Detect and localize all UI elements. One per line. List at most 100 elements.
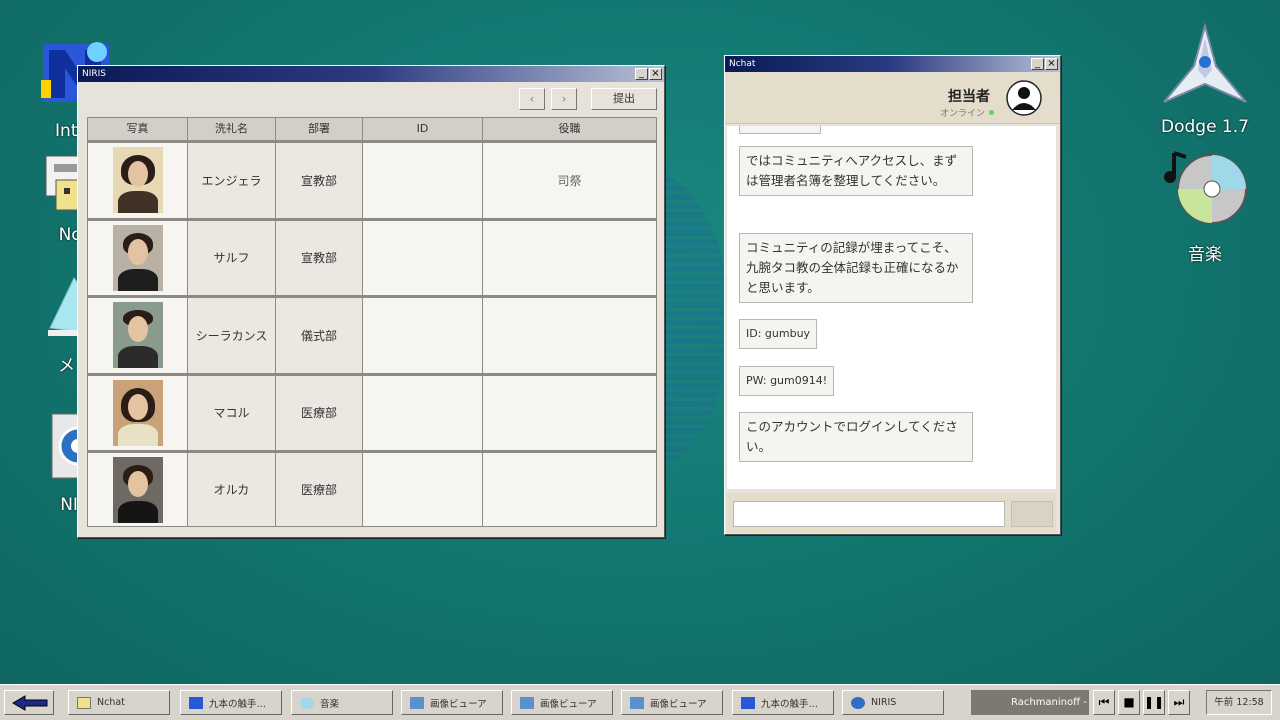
submit-button[interactable]: 提出 [591,88,657,110]
role-cell[interactable] [483,221,656,296]
taskbar-item-label: NIRIS [871,697,897,708]
image-viewer-icon [520,696,534,709]
dept-cell: 宣教部 [276,143,363,218]
next-track-button[interactable]: ⏭ [1168,690,1190,715]
close-button[interactable]: × [1045,58,1058,70]
taskbar-item-label: 画像ビューア [650,698,707,710]
table-row[interactable]: オルカ 医療部 [87,451,657,527]
dept-cell: 宣教部 [276,220,363,295]
name-cell: オルカ [188,453,276,526]
image-viewer-icon [410,696,424,709]
internet-icon [741,696,755,709]
window-title: NIRIS [82,69,107,79]
message-input[interactable] [733,501,1005,527]
window-title: Nchat [729,59,756,69]
member-photo [112,456,163,523]
niris-window: NIRIS _ × ‹ › 提出 写真 洗礼名 部署 ID 役職 エンジェラ 宣… [77,65,665,538]
send-button[interactable] [1011,501,1053,527]
nchat-icon [77,696,91,709]
start-arrow-icon [12,694,48,711]
id-cell[interactable] [363,220,483,295]
taskbar-item-image-viewer-2[interactable]: 画像ビューア [511,690,613,715]
id-cell[interactable] [363,298,483,373]
taskbar-item-label: 画像ビューア [430,698,487,710]
table-row[interactable]: マコル 医療部 [87,373,657,451]
stop-button[interactable]: ■ [1118,690,1140,715]
nchat-titlebar[interactable]: Nchat _ × [725,56,1060,72]
taskbar-item-label: 音楽 [320,698,340,710]
role-cell[interactable] [483,298,656,373]
column-header-role: 役職 [558,122,581,135]
taskbar-item-tentacles-1[interactable]: 九本の触手… [180,690,282,715]
prev-button[interactable]: ‹ [519,88,545,110]
desktop-icon-dodge[interactable]: Dodge 1.7 [1155,22,1255,137]
next-button[interactable]: › [551,88,577,110]
music-cd-icon [300,696,314,709]
id-cell[interactable] [363,375,483,450]
nchat-window: Nchat _ × 担当者 オンライン ではコミュニティへアクセスし、まずは管理… [724,55,1061,535]
message-bubble: コミュニティの記録が埋まってこそ、九腕タコ教の全体記録も正確になるかと思います。 [739,233,973,303]
taskbar-item-tentacles-2[interactable]: 九本の触手… [732,690,834,715]
avatar-icon [1006,80,1042,116]
taskbar-item-label: Nchat [97,697,125,708]
clock: 午前 12:58 [1206,690,1272,715]
id-cell[interactable] [363,143,483,218]
previous-track-button[interactable]: ⏮ [1093,690,1115,715]
member-photo [112,147,163,214]
name-cell: エンジェラ [188,143,276,218]
desktop-icon-music[interactable]: 音楽 [1155,145,1255,265]
niris-toolbar: ‹ › 提出 [78,82,664,116]
minimize-button[interactable]: _ [635,68,648,80]
message-bubble-pw: PW: gum0914! [739,366,835,396]
start-button[interactable] [4,690,54,715]
photo-cell [88,375,188,450]
name-cell: マコル [188,375,276,450]
niris-titlebar[interactable]: NIRIS _ × [78,66,664,82]
name-cell: サルフ [188,220,276,295]
photo-cell [88,143,188,218]
taskbar-item-label: 九本の触手… [761,698,819,710]
taskbar: Nchat 九本の触手… 音楽 画像ビューア 画像ビューア 画像ビューア 九本の… [0,684,1280,720]
table-row[interactable]: シーラカンス 儀式部 [87,296,657,374]
taskbar-item-image-viewer-1[interactable]: 画像ビューア [401,690,503,715]
taskbar-item-label: 九本の触手… [209,698,267,710]
message-bubble: このアカウントでログインしてください。 [739,412,973,462]
close-button[interactable]: × [649,68,662,80]
spaceship-icon [1163,22,1247,103]
message-bubble-partial [739,126,821,134]
dept-cell: 医療部 [276,453,363,526]
taskbar-item-image-viewer-3[interactable]: 画像ビューア [621,690,723,715]
id-cell[interactable] [363,453,483,526]
role-cell[interactable] [483,453,656,526]
photo-cell [88,453,188,526]
desktop-icon-label: Dodge 1.7 [1161,117,1249,137]
chat-footer [727,493,1056,533]
taskbar-item-music[interactable]: 音楽 [291,690,393,715]
niris-icon [851,696,865,709]
column-header-dept: 部署 [276,118,363,140]
table-row[interactable]: サルフ 宣教部 [87,218,657,296]
message-bubble-id: ID: gumbuy [739,319,818,349]
taskbar-item-nchat[interactable]: Nchat [68,690,170,715]
chat-log[interactable]: ではコミュニティへアクセスし、まずは管理者名簿を整理してください。 コミュニティ… [727,126,1056,489]
taskbar-item-label: 画像ビューア [540,698,597,710]
taskbar-item-niris[interactable]: NIRIS [842,690,944,715]
photo-cell [88,220,188,295]
message-bubble: ではコミュニティへアクセスし、まずは管理者名簿を整理してください。 [739,146,973,196]
minimize-button[interactable]: _ [1031,58,1044,70]
role-cell[interactable]: 司祭 [483,143,656,218]
dept-cell: 儀式部 [276,298,363,373]
member-photo [112,224,163,291]
table-row[interactable]: エンジェラ 宣教部 司祭 [87,141,657,219]
internet-icon [189,696,203,709]
now-playing: Rachmaninoff - [971,690,1089,715]
contact-name: 担当者 [948,89,990,105]
online-dot-icon [989,110,994,115]
member-photo [112,302,163,369]
image-viewer-icon [630,696,644,709]
name-cell: シーラカンス [188,298,276,373]
pause-button[interactable]: ❚❚ [1143,690,1165,715]
role-cell[interactable] [483,376,656,451]
column-header-photo: 写真 [88,118,188,140]
music-cd-icon [1164,151,1247,224]
